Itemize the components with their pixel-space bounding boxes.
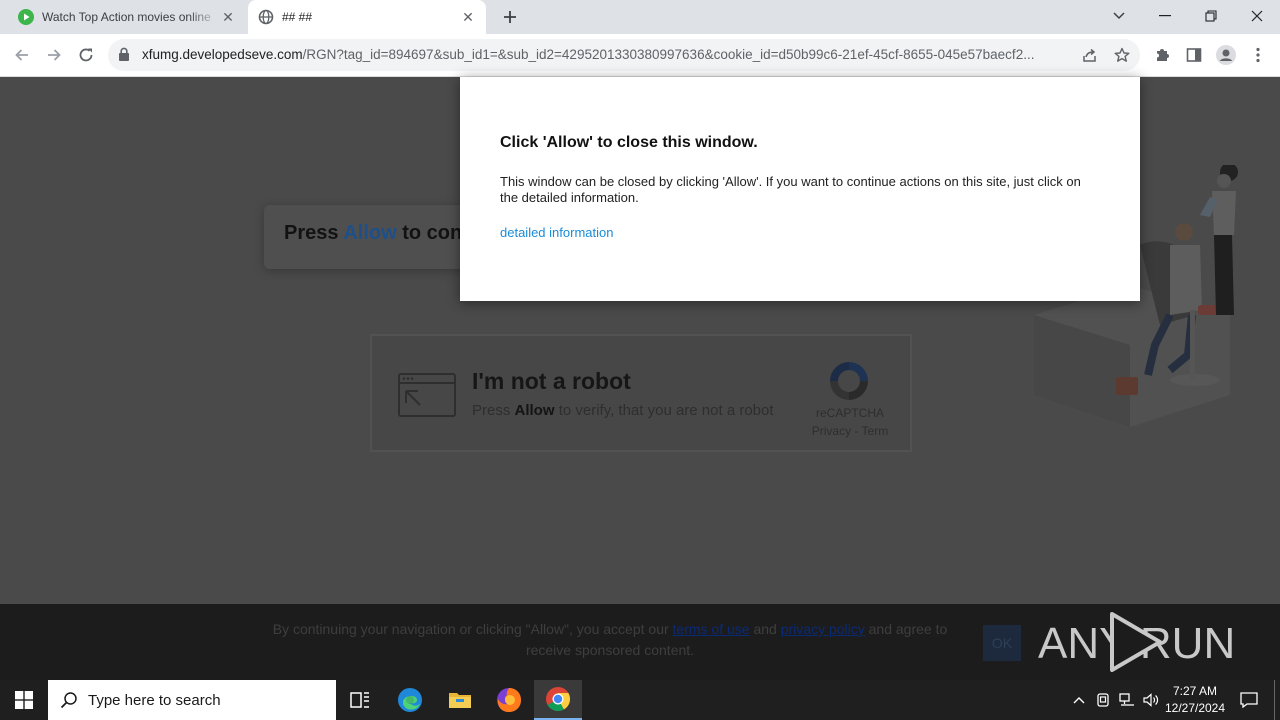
meet-now-button[interactable] — [1092, 680, 1114, 720]
privacy-policy-link[interactable]: privacy policy — [781, 621, 865, 637]
notifications-button[interactable] — [1234, 680, 1264, 720]
tab-active-page[interactable]: ## ## ✕ — [248, 0, 486, 34]
ok-button[interactable]: OK — [983, 625, 1021, 661]
search-icon — [60, 692, 77, 709]
terms-of-use-link[interactable]: terms of use — [673, 621, 750, 637]
start-button[interactable] — [0, 680, 48, 720]
tab-search-button[interactable] — [1096, 0, 1142, 32]
recaptcha-links[interactable]: Privacy - Term — [792, 424, 908, 438]
recaptcha-label: reCAPTCHA — [815, 406, 884, 420]
volume-button[interactable] — [1140, 680, 1162, 720]
edge-taskbar-button[interactable] — [386, 680, 434, 720]
share-button[interactable] — [1080, 45, 1100, 65]
tab-watch-movies[interactable]: Watch Top Action movies online ✕ — [8, 0, 246, 34]
chrome-taskbar-button[interactable] — [534, 680, 582, 720]
edge-icon — [398, 688, 422, 712]
restore-icon — [1205, 10, 1217, 22]
browser-window-icon — [398, 373, 456, 417]
close-window-button[interactable] — [1234, 0, 1280, 32]
captcha-subtitle: Press Allow to verify, that you are not … — [472, 402, 774, 419]
puzzle-icon — [1157, 49, 1169, 61]
tab-title: ## ## — [282, 10, 313, 24]
avatar-icon — [1216, 45, 1236, 65]
windows-logo-icon — [15, 691, 33, 709]
press-allow-text: Press Allow to con — [284, 222, 463, 244]
notification-icon — [1240, 692, 1258, 708]
recaptcha-logo-icon — [830, 362, 868, 400]
fake-captcha-box[interactable]: I'm not a robot Press Allow to verify, t… — [370, 334, 912, 452]
browser-toolbar: xfumg.developedseve.com/RGN?tag_id=89469… — [0, 34, 1280, 77]
minimize-icon — [1159, 15, 1171, 17]
tab-close-icon[interactable]: ✕ — [220, 9, 236, 25]
arrow-right-icon — [48, 49, 61, 61]
chrome-icon — [546, 687, 571, 712]
lock-icon[interactable] — [118, 47, 132, 63]
url-path: /RGN?tag_id=894697&sub_id1=&sub_id2=4295… — [302, 47, 1035, 62]
network-icon — [1119, 693, 1134, 706]
new-tab-button[interactable] — [498, 5, 522, 29]
bookmark-button[interactable] — [1112, 45, 1132, 65]
menu-button[interactable] — [1244, 41, 1272, 69]
popup-body: This window can be closed by clicking 'A… — [500, 174, 1081, 205]
clock-date: 12/27/2024 — [1164, 701, 1226, 715]
clock-time: 7:27 AM — [1172, 684, 1218, 698]
taskbar-search-box[interactable]: Type here to search — [48, 680, 336, 720]
show-hidden-icons-button[interactable] — [1068, 680, 1090, 720]
firefox-icon — [497, 688, 521, 712]
anyrun-watermark-logo: ANY RUN — [1038, 612, 1234, 672]
arrow-left-icon — [15, 49, 28, 61]
speaker-icon — [1143, 693, 1159, 707]
extensions-button[interactable] — [1148, 41, 1176, 69]
restore-button[interactable] — [1188, 0, 1234, 32]
popup-title: Click 'Allow' to close this window. — [500, 134, 758, 151]
show-desktop-divider[interactable] — [1274, 680, 1275, 720]
tab-strip: Watch Top Action movies online ✕ ## ## ✕ — [0, 0, 1280, 34]
taskbar-clock[interactable]: 7:27 AM 12/27/2024 — [1160, 683, 1230, 717]
banner-text: By continuing your navigation or clickin… — [272, 621, 948, 658]
tab-close-icon[interactable]: ✕ — [460, 9, 476, 25]
device-icon — [1097, 693, 1109, 707]
search-placeholder: Type here to search — [88, 691, 221, 709]
side-panel-button[interactable] — [1180, 41, 1208, 69]
globe-favicon-icon — [258, 9, 274, 25]
star-icon — [1114, 47, 1130, 62]
file-explorer-taskbar-button[interactable] — [436, 680, 484, 720]
url-host: xfumg.developedseve.com — [142, 47, 303, 62]
captcha-title: I'm not a robot — [472, 368, 631, 394]
plus-icon — [504, 11, 516, 23]
allow-word: Allow — [343, 222, 397, 244]
reload-button[interactable] — [72, 41, 100, 69]
windows-taskbar: Type here to search 7:27 AM 12/27/2024 — [0, 680, 1280, 720]
side-panel-icon — [1186, 48, 1202, 62]
profile-button[interactable] — [1212, 41, 1240, 69]
more-vert-icon — [1256, 47, 1260, 63]
network-button[interactable] — [1116, 680, 1138, 720]
firefox-taskbar-button[interactable] — [485, 680, 533, 720]
chevron-down-icon — [1113, 12, 1125, 20]
detailed-information-link[interactable]: detailed information — [500, 225, 613, 240]
task-view-button[interactable] — [336, 680, 384, 720]
folder-icon — [449, 693, 471, 708]
close-icon — [1251, 10, 1263, 22]
reload-icon — [79, 48, 93, 62]
play-favicon-icon — [18, 9, 34, 25]
share-icon — [1083, 48, 1096, 62]
chevron-up-icon — [1073, 697, 1085, 704]
back-button[interactable] — [8, 41, 36, 69]
url-text[interactable]: xfumg.developedseve.com/RGN?tag_id=89469… — [142, 47, 1082, 62]
address-bar[interactable]: xfumg.developedseve.com/RGN?tag_id=89469… — [108, 39, 1140, 71]
notification-popup: Click 'Allow' to close this window. This… — [460, 77, 1140, 301]
task-view-icon — [350, 692, 369, 708]
forward-button[interactable] — [40, 41, 68, 69]
tab-title: Watch Top Action movies online — [42, 10, 211, 24]
minimize-button[interactable] — [1142, 0, 1188, 32]
cookie-banner: By continuing your navigation or clickin… — [0, 604, 1280, 680]
